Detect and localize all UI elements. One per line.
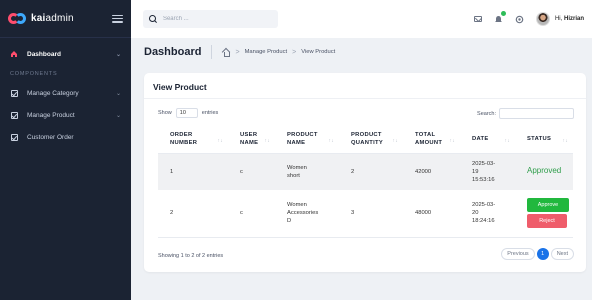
column-header-status[interactable]: STATUS ↑↓: [515, 126, 573, 154]
page-length-control: Show 10 entries: [158, 108, 218, 118]
table-info: Showing 1 to 2 of 2 entries: [158, 253, 224, 259]
sidebar-item-label: Manage Category: [27, 89, 79, 97]
search-box: [143, 10, 278, 28]
cell-total-amount: 48000: [403, 190, 460, 238]
cell-date: 2025-03- 20 18:24:16: [460, 190, 515, 238]
sidebar-section-heading: COMPONENTS: [10, 71, 58, 77]
table-search-label: Search:: [477, 110, 496, 117]
page-length-select[interactable]: 10: [175, 108, 198, 118]
cell-user-name: c: [228, 190, 275, 238]
status-approved-text: Approved: [527, 166, 562, 176]
sidebar-item-label: Customer Order: [27, 133, 74, 141]
sidebar-item-label: Dashboard: [27, 50, 61, 58]
table-search: Search:: [477, 108, 574, 119]
cell-status-actions: Approve Reject: [515, 190, 573, 238]
next-page-button[interactable]: Next: [550, 248, 574, 260]
sidebar-item-label: Manage Product: [27, 111, 75, 119]
page-1-button[interactable]: 1: [536, 248, 549, 260]
sidebar-item-manage-product[interactable]: Manage Product ⌄: [0, 104, 131, 126]
chevron-down-icon: ⌄: [115, 51, 121, 58]
sidebar: kaiadmin Dashboard ⌄ COMPONENTS Manage C…: [0, 0, 131, 300]
page-title: Dashboard: [144, 45, 213, 59]
cell-date: 2025-03- 19 15:53:16: [460, 153, 515, 190]
logo-icon: [8, 12, 26, 25]
cell-user-name: c: [228, 153, 275, 190]
mail-icon[interactable]: [473, 14, 483, 24]
sort-icon: ↑↓: [217, 138, 223, 145]
chevron-down-icon: ⌄: [115, 90, 121, 97]
search-icon[interactable]: [149, 15, 157, 23]
view-product-card: View Product Show 10 entries Search: ORD…: [144, 73, 586, 272]
column-header-total-amount[interactable]: TOTAL AMOUNT ↑↓: [403, 126, 460, 154]
column-header-order-number[interactable]: ORDER NUMBER ↑↓: [158, 126, 228, 154]
column-header-product-name[interactable]: PRODUCT NAME ↑↓: [275, 126, 339, 154]
table-row: 1 c Women short 2 42000 2025-03- 19 15:53:1…: [158, 153, 573, 190]
cell-product-name: Women short: [275, 153, 339, 190]
sort-icon: ↑↓: [504, 138, 510, 145]
avatar[interactable]: [535, 12, 550, 26]
approve-button[interactable]: Approve: [527, 198, 569, 213]
breadcrumb-item-manage-product[interactable]: Manage Product: [245, 49, 288, 55]
menu-toggle-icon[interactable]: [112, 14, 123, 23]
reject-button[interactable]: Reject: [527, 214, 567, 229]
cell-product-name: Women Accessories D: [275, 190, 339, 238]
entries-label: entries: [201, 110, 219, 116]
column-header-user-name[interactable]: USER NAME ↑↓: [228, 126, 275, 154]
pagination: Previous 1 Next: [501, 248, 574, 260]
sort-icon: ↑↓: [449, 138, 455, 145]
table-search-input[interactable]: [499, 108, 574, 119]
sidebar-item-manage-category[interactable]: Manage Category ⌄: [0, 82, 131, 104]
cell-total-amount: 42000: [403, 153, 460, 190]
show-label: Show: [158, 110, 172, 116]
cell-quantity: 3: [339, 190, 403, 238]
card-divider: [144, 98, 586, 99]
layers-icon[interactable]: [515, 14, 525, 24]
topbar: Hi, Hizrian: [131, 0, 592, 38]
previous-page-button[interactable]: Previous: [501, 248, 535, 260]
check-square-icon: [10, 133, 18, 141]
table-row: 2 c Women Accessories D 3 48000 2025-03- 20…: [158, 190, 573, 238]
sort-icon: ↑↓: [562, 138, 568, 145]
notification-badge: [500, 11, 506, 16]
check-square-icon: [10, 111, 18, 119]
brand-header: kaiadmin: [0, 0, 131, 38]
user-name[interactable]: Hi, Hizrian: [555, 16, 584, 22]
brand-name[interactable]: kaiadmin: [31, 13, 74, 24]
breadcrumb-item-view-product[interactable]: View Product: [301, 49, 335, 55]
cell-status: Approved: [515, 153, 573, 190]
topbar-actions: Hi, Hizrian: [473, 11, 584, 26]
column-header-date[interactable]: DATE ↑↓: [460, 126, 515, 154]
card-title: View Product: [153, 82, 207, 92]
cell-order-number: 1: [158, 153, 228, 190]
chevron-down-icon: ⌄: [115, 112, 121, 119]
cell-quantity: 2: [339, 153, 403, 190]
sort-icon: ↑↓: [264, 138, 270, 145]
column-header-product-quantity[interactable]: PRODUCT QUANTITY ↑↓: [339, 126, 403, 154]
search-input[interactable]: [162, 16, 272, 22]
home-icon: [10, 50, 18, 58]
breadcrumb: > Manage Product > View Product: [222, 48, 335, 57]
cell-order-number: 2: [158, 190, 228, 238]
table-header-row: ORDER NUMBER ↑↓ USER NAME ↑↓ PRODUCT NAME ↑↓ P…: [158, 126, 573, 154]
check-square-icon: [10, 89, 18, 97]
sidebar-item-dashboard[interactable]: Dashboard ⌄: [0, 41, 131, 67]
breadcrumb-separator: >: [235, 48, 240, 56]
sidebar-item-customer-order[interactable]: Customer Order: [0, 126, 131, 148]
sort-icon: ↑↓: [328, 138, 334, 145]
orders-table: ORDER NUMBER ↑↓ USER NAME ↑↓ PRODUCT NAME ↑↓ P…: [158, 126, 573, 238]
bell-icon[interactable]: [494, 11, 506, 24]
sort-icon: ↑↓: [392, 138, 398, 145]
breadcrumb-separator: >: [292, 48, 297, 56]
home-icon[interactable]: [222, 49, 231, 57]
page-header: Dashboard > Manage Product > View Produc…: [144, 44, 335, 60]
